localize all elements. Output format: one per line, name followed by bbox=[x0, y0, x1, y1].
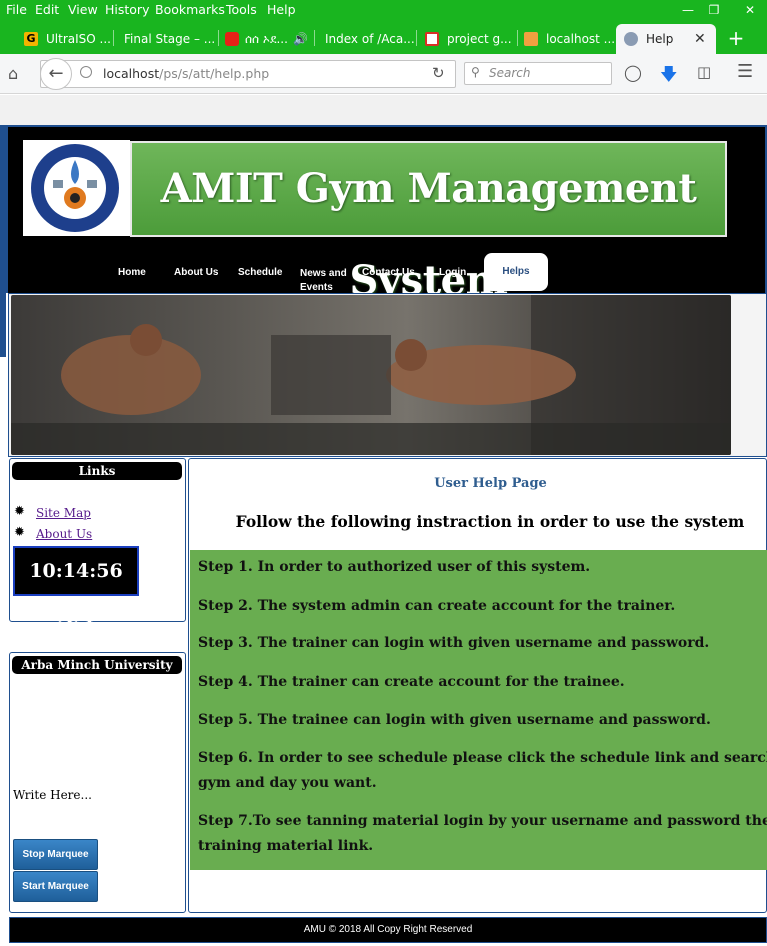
stop-marquee-button[interactable]: Stop Marquee bbox=[13, 839, 98, 870]
tab-label: UltraISO ... bbox=[46, 32, 111, 46]
menu-bookmarks[interactable]: Bookmarks bbox=[155, 2, 225, 17]
tab-help[interactable]: Help ✕ bbox=[616, 24, 716, 54]
step-4: Step 4. The trainer can create account f… bbox=[198, 674, 625, 690]
search-placeholder: Search bbox=[489, 66, 531, 80]
download-icon[interactable]: 🡇 bbox=[660, 62, 677, 91]
tab-localhost[interactable]: localhost ... bbox=[518, 24, 614, 54]
tab-label: Final Stage – ... bbox=[124, 32, 216, 46]
tab-ultraiso[interactable]: G UltraISO ... bbox=[16, 24, 112, 54]
youtube-icon bbox=[225, 32, 239, 46]
tab-bar: G UltraISO ... Final Stage – ... ሰሰ ኦደ..… bbox=[0, 21, 767, 54]
tab-index[interactable]: Index of /Aca... bbox=[315, 24, 415, 54]
nav-about-us[interactable]: About Us bbox=[174, 267, 218, 278]
start-marquee-button[interactable]: Start Marquee bbox=[13, 871, 98, 902]
close-tab-icon[interactable]: ✕ bbox=[694, 24, 706, 54]
nav-helps-active[interactable]: Helps bbox=[484, 253, 548, 291]
phpmyadmin-icon bbox=[524, 32, 538, 46]
site-footer: AMU © 2018 All Copy Right Reserved bbox=[9, 917, 767, 943]
site-info-icon[interactable] bbox=[80, 66, 92, 78]
tab-label: localhost ... bbox=[546, 32, 614, 46]
home-icon[interactable]: ⌂ bbox=[8, 64, 18, 83]
speaker-icon[interactable]: 🔊 bbox=[293, 24, 308, 54]
sidebar-toggle-icon[interactable]: ◫ bbox=[697, 63, 711, 81]
marquee-text: Write Here... bbox=[13, 788, 92, 802]
ultraiso-icon: G bbox=[24, 32, 38, 46]
tab-label: Index of /Aca... bbox=[325, 32, 415, 46]
nav-login[interactable]: Login bbox=[439, 267, 466, 278]
tab-final-stage[interactable]: Final Stage – ... bbox=[114, 24, 218, 54]
menu-history[interactable]: History bbox=[105, 2, 149, 17]
back-icon[interactable]: ← bbox=[40, 58, 72, 90]
tab-label: Help bbox=[646, 32, 674, 46]
page-title: User Help Page bbox=[434, 476, 547, 491]
step-7-line-1: Step 7.To see tanning material login by … bbox=[198, 813, 767, 829]
digital-clock: 10:14:56 AM bbox=[13, 546, 139, 628]
search-icon: ⚲ bbox=[471, 65, 480, 79]
step-6-line-2: gym and day you want. bbox=[198, 775, 377, 791]
menu-bar: File Edit View History Bookmarks Tools H… bbox=[0, 0, 767, 21]
gmail-icon bbox=[425, 32, 439, 46]
step-7-line-2: training material link. bbox=[198, 838, 374, 854]
menu-file[interactable]: File bbox=[6, 2, 27, 17]
link-about-us[interactable]: About Us bbox=[36, 527, 92, 541]
tab-label: project g... bbox=[447, 32, 512, 46]
instructions-heading: Follow the following instraction in orde… bbox=[235, 512, 745, 531]
site-banner: AMIT Gym Management System bbox=[130, 141, 727, 304]
nav-news-events[interactable]: News and Events bbox=[300, 267, 354, 295]
step-1: Step 1. In order to authorized user of t… bbox=[198, 559, 591, 575]
globe-icon bbox=[624, 32, 638, 46]
nav-schedule[interactable]: Schedule bbox=[238, 267, 282, 278]
search-input[interactable]: ⚲ Search bbox=[464, 62, 612, 85]
menu-help[interactable]: Help bbox=[267, 2, 296, 17]
links-title: Links bbox=[12, 462, 182, 480]
minimize-icon[interactable]: — bbox=[675, 0, 701, 21]
menu-edit[interactable]: Edit bbox=[35, 2, 59, 17]
university-title: Arba Minch University bbox=[12, 656, 182, 674]
new-tab-icon[interactable]: + bbox=[724, 24, 748, 54]
tab-youtube[interactable]: ሰሰ ኦደ... 🔊 bbox=[219, 24, 313, 54]
reload-icon[interactable]: ↻ bbox=[432, 64, 445, 82]
hero-gym-image bbox=[11, 295, 731, 455]
menu-tools[interactable]: Tools bbox=[226, 2, 257, 17]
tab-label: ሰሰ ኦደ... bbox=[245, 32, 288, 46]
url-text[interactable]: localhost/ps/s/att/help.php bbox=[103, 66, 269, 81]
step-3: Step 3. The trainer can login with given… bbox=[198, 635, 710, 651]
hamburger-menu-icon[interactable]: ☰ bbox=[737, 61, 753, 82]
pocket-icon[interactable]: ◯ bbox=[624, 63, 642, 82]
page-top-margin bbox=[0, 95, 767, 125]
nav-contact-us[interactable]: Contact Us bbox=[362, 267, 415, 278]
gear-bullet-icon: ✹ bbox=[14, 504, 25, 519]
nav-home[interactable]: Home bbox=[118, 267, 146, 278]
gear-bullet-icon: ✹ bbox=[14, 525, 25, 540]
step-5: Step 5. The trainee can login with given… bbox=[198, 712, 711, 728]
menu-view[interactable]: View bbox=[68, 2, 98, 17]
step-6-line-1: Step 6. In order to see schedule please … bbox=[198, 750, 767, 766]
university-logo bbox=[23, 140, 130, 236]
navigation-toolbar: ⌂ ← localhost/ps/s/att/help.php ↻ ◯ 🡇 ◫ … bbox=[0, 54, 767, 94]
step-2: Step 2. The system admin can create acco… bbox=[198, 598, 676, 614]
close-window-icon[interactable]: ✕ bbox=[733, 0, 767, 21]
link-site-map[interactable]: Site Map bbox=[36, 506, 91, 520]
restore-icon[interactable]: ❐ bbox=[701, 0, 727, 21]
tab-gmail[interactable]: project g... bbox=[417, 24, 517, 54]
